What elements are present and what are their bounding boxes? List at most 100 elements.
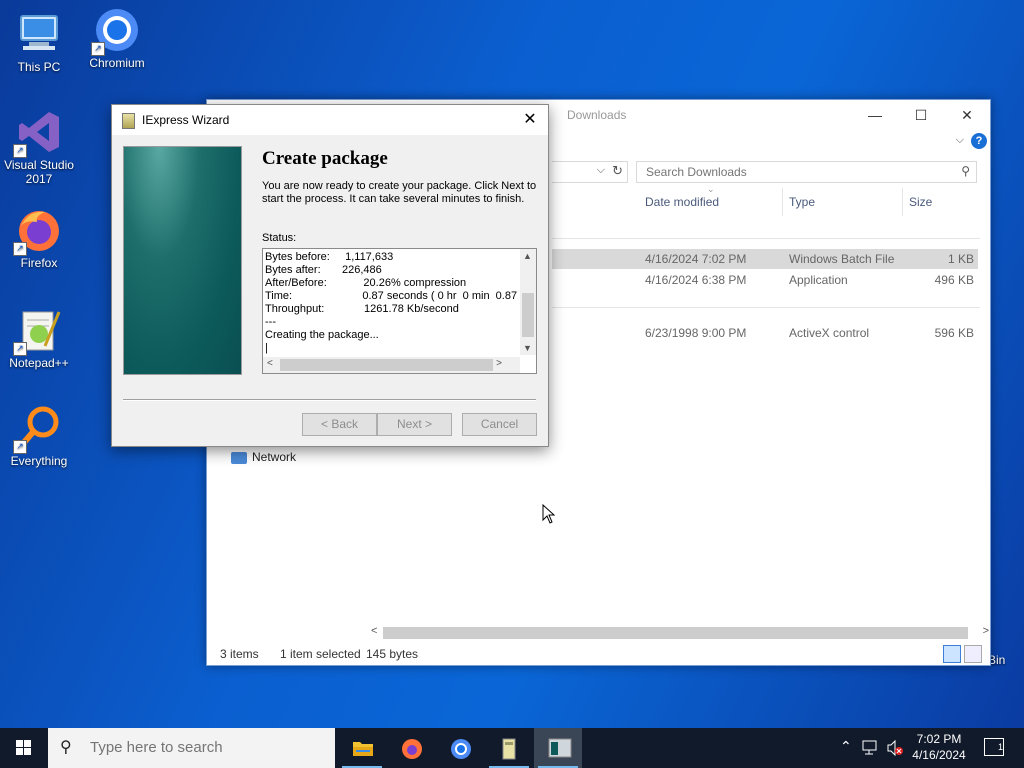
column-separator[interactable]	[782, 188, 783, 216]
address-bar[interactable]: ⌵ ↻	[552, 161, 628, 183]
iexpress-app-icon	[122, 113, 135, 129]
nav-item-network[interactable]: Network	[231, 450, 296, 464]
visual-studio-icon: ↗	[13, 108, 63, 158]
scrollbar-thumb[interactable]	[522, 293, 534, 337]
row-date: 4/16/2024 7:02 PM	[645, 252, 747, 266]
row-date: 6/23/1998 9:00 PM	[645, 326, 747, 340]
scroll-right-arrow[interactable]: >	[983, 625, 989, 637]
desktop-icon-label: This PC	[17, 60, 61, 74]
clock-date: 4/16/2024	[912, 748, 966, 762]
notification-count: 1	[997, 742, 1003, 752]
scroll-up-arrow[interactable]: ▲	[523, 251, 532, 261]
scroll-left-arrow[interactable]: <	[267, 358, 273, 369]
scrollbar-thumb[interactable]	[383, 627, 968, 639]
shortcut-arrow-icon: ↗	[13, 242, 27, 256]
shortcut-arrow-icon: ↗	[91, 42, 105, 56]
next-button[interactable]: Next >	[377, 413, 452, 436]
desktop-icon-visual-studio[interactable]: ↗ Visual Studio 2017	[0, 108, 78, 186]
iexpress-wizard-dialog[interactable]: IExpress Wizard ✕ Create package You are…	[111, 104, 549, 447]
wizard-side-image	[123, 146, 242, 375]
chevron-down-icon[interactable]: ⌵	[597, 164, 605, 177]
desktop-icon-chromium[interactable]: ↗ Chromium	[78, 6, 156, 70]
row-date: 4/16/2024 6:38 PM	[645, 273, 747, 287]
row-type: Application	[789, 273, 848, 287]
dialog-close-button[interactable]: ✕	[520, 109, 540, 129]
status-item-count: 3 items	[220, 647, 259, 661]
chevron-down-icon[interactable]: ⌵	[956, 134, 964, 147]
help-button[interactable]: ?	[971, 133, 987, 149]
back-button[interactable]: < Back	[302, 413, 377, 436]
windows-logo-icon	[16, 740, 32, 756]
dialog-title: IExpress Wizard	[142, 113, 230, 127]
row-type: Windows Batch File	[789, 252, 895, 266]
column-separator[interactable]	[902, 188, 903, 216]
desktop-icon-label: Notepad++	[9, 356, 69, 370]
nav-item-label: Network	[252, 450, 297, 464]
horizontal-scrollbar[interactable]: < >	[263, 357, 520, 373]
table-row[interactable]: 4/16/2024 6:38 PM Application 496 KB	[552, 270, 978, 290]
minimize-button[interactable]: —	[852, 100, 898, 130]
dialog-titlebar[interactable]: IExpress Wizard ✕	[112, 105, 548, 135]
row-type: ActiveX control	[789, 326, 870, 340]
taskbar-app-firefox[interactable]	[387, 728, 435, 768]
desktop-icon-this-pc[interactable]: This PC	[0, 10, 78, 74]
taskbar: ⚲ ⌃ 7:02 PM 4/16/2024 1	[0, 728, 1024, 768]
group-divider	[552, 238, 980, 239]
desktop-icon-label: Chromium	[89, 56, 145, 70]
group-divider	[552, 307, 980, 308]
notification-center-icon[interactable]: 1	[984, 738, 1004, 756]
taskbar-app-iexpress[interactable]	[485, 728, 533, 768]
page-description: You are now ready to create your package…	[262, 180, 537, 205]
view-toggle	[940, 645, 982, 666]
horizontal-scrollbar[interactable]: < >	[369, 625, 989, 641]
scroll-left-arrow[interactable]: <	[371, 625, 377, 637]
status-selection: 1 item selected	[280, 647, 361, 661]
column-header-size[interactable]: Size	[909, 195, 932, 209]
maximize-button[interactable]: ☐	[898, 100, 944, 130]
taskbar-clock[interactable]: 7:02 PM 4/16/2024	[905, 731, 973, 763]
refresh-icon[interactable]: ↻	[612, 163, 623, 179]
iexpress-app-icon	[499, 738, 519, 760]
scroll-down-arrow[interactable]: ▼	[523, 343, 532, 353]
status-log-text: Bytes before: 1,117,633 Bytes after: 226…	[265, 251, 517, 354]
scrollbar-thumb[interactable]	[280, 359, 493, 371]
taskbar-search-input[interactable]	[88, 738, 322, 757]
desktop-icon-label: Visual Studio 2017	[4, 158, 74, 186]
search-box[interactable]: ⚲	[636, 161, 977, 183]
page-title: Create package	[262, 148, 388, 169]
column-header-type[interactable]: Type	[789, 195, 815, 209]
status-label: Status:	[262, 232, 297, 244]
large-icons-view-icon[interactable]	[964, 645, 982, 663]
cancel-button[interactable]: Cancel	[462, 413, 537, 436]
desktop-icon-firefox[interactable]: ↗ Firefox	[0, 206, 78, 270]
close-button[interactable]: ✕	[944, 100, 990, 130]
taskbar-app-file-explorer[interactable]	[338, 728, 386, 768]
desktop-icon-label: Everything	[10, 454, 68, 468]
wizard-window-icon	[548, 738, 572, 758]
desktop-icon-everything[interactable]: ↗ Everything	[0, 404, 78, 468]
desktop-icon-notepad-plus-plus[interactable]: ↗ Notepad++	[0, 306, 78, 370]
divider	[123, 399, 536, 401]
chromium-icon	[450, 738, 471, 759]
status-log[interactable]: Bytes before: 1,117,633 Bytes after: 226…	[262, 248, 537, 374]
details-view-icon[interactable]	[943, 645, 961, 663]
shortcut-arrow-icon: ↗	[13, 440, 27, 454]
taskbar-app-iexpress-wizard[interactable]	[534, 728, 582, 768]
clock-time: 7:02 PM	[916, 732, 962, 746]
column-header-date-modified[interactable]: Date modified	[645, 195, 719, 209]
taskbar-search[interactable]: ⚲	[48, 728, 335, 768]
table-row[interactable]: 6/23/1998 9:00 PM ActiveX control 596 KB	[552, 323, 978, 343]
search-input[interactable]	[644, 164, 948, 180]
folder-icon	[352, 738, 373, 758]
start-button[interactable]	[0, 728, 48, 768]
taskbar-app-chromium[interactable]	[436, 728, 484, 768]
notepad-plus-plus-icon: ↗	[13, 306, 63, 356]
desktop-icon-label: Firefox	[20, 256, 58, 270]
table-row[interactable]: 4/16/2024 7:02 PM Windows Batch File 1 K…	[552, 249, 978, 269]
computer-icon	[15, 10, 63, 58]
sort-arrow-icon: ⌄	[707, 184, 715, 194]
scroll-right-arrow[interactable]: >	[496, 358, 502, 369]
chromium-icon: ↗	[91, 6, 141, 56]
vertical-scrollbar[interactable]: ▲ ▼	[520, 249, 536, 355]
status-bar: 3 items 1 item selected 145 bytes	[207, 645, 990, 665]
